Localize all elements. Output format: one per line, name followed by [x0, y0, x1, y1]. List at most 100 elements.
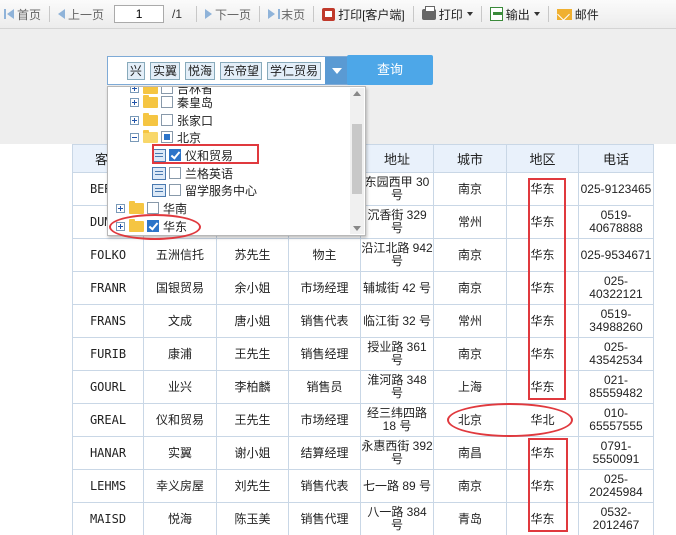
tree-node[interactable]: 留学服务中心 — [152, 181, 257, 199]
email-button[interactable]: 邮件 — [553, 0, 603, 29]
table-cell: 南京 — [433, 172, 507, 206]
expand-icon[interactable] — [116, 221, 125, 231]
tree-checkbox[interactable] — [169, 167, 181, 179]
page-total: /1 — [172, 7, 183, 21]
collapse-icon[interactable] — [130, 132, 139, 142]
tree-checkbox[interactable] — [169, 149, 181, 161]
dropdown-scrollbar[interactable] — [350, 88, 364, 234]
export-button[interactable]: 输出 — [486, 0, 544, 29]
table-cell: 上海 — [433, 370, 507, 404]
first-page-button[interactable]: 首页 — [0, 0, 45, 29]
query-button[interactable]: 查询 — [347, 55, 433, 85]
table-row: GOURL 业兴 李柏麟 销售员 淮河路 348 号上海 华东 021-85559482 — [72, 370, 654, 404]
print-button[interactable]: 打印 — [418, 0, 477, 29]
tree-node[interactable]: 华东 — [116, 217, 187, 235]
print-client-button[interactable]: 打印[客户端] — [318, 0, 409, 29]
table-cell: 沉香街 329 号 — [360, 205, 434, 239]
prev-page-button[interactable]: 上一页 — [54, 0, 108, 29]
table-cell: 市场经理 — [288, 271, 361, 305]
folder-open-icon — [143, 129, 158, 143]
expand-icon[interactable] — [130, 97, 139, 107]
table-cell: 王先生 — [216, 403, 289, 437]
folder-icon — [129, 218, 144, 232]
tree-dropdown: 吉林省 秦皇岛 张家口 北京 仪和贸易 兰格英语 留学服务中心 华南 华东 — [107, 86, 366, 236]
next-page-button[interactable]: 下一页 — [201, 0, 255, 29]
next-page-icon — [205, 9, 213, 19]
page-number-input[interactable] — [114, 5, 165, 23]
table-cell: 销售员 — [288, 370, 361, 404]
selected-tag[interactable]: 实翼 — [149, 62, 180, 80]
table-cell: 华北 — [506, 403, 579, 437]
tree-node[interactable]: 兰格英语 — [152, 164, 233, 182]
selected-tag[interactable]: 学仁贸易 — [266, 62, 321, 80]
table-cell: 刘先生 — [216, 469, 289, 503]
prev-page-icon — [58, 9, 66, 19]
table-cell: 华东 — [506, 502, 579, 535]
tree-checkbox[interactable] — [161, 131, 173, 143]
table-row: LEHMS 幸义房屋 刘先生 销售代表 七一路 89 号南京 华东 025-20245984 — [72, 469, 654, 503]
tree-node[interactable]: 张家口 — [130, 111, 213, 129]
tree-checkbox[interactable] — [147, 220, 159, 232]
table-cell: 销售代理 — [288, 502, 361, 535]
tree-checkbox[interactable] — [161, 96, 173, 108]
table-cell: 八一路 384 号 — [360, 502, 434, 535]
scroll-thumb[interactable] — [352, 124, 362, 194]
table-cell: 常州 — [433, 304, 507, 338]
tree-checkbox[interactable] — [147, 202, 159, 214]
tree-checkbox[interactable] — [169, 184, 181, 196]
table-cell: 陈玉美 — [216, 502, 289, 535]
table-cell: 李柏麟 — [216, 370, 289, 404]
expand-icon[interactable] — [116, 203, 125, 213]
table-cell: 025-9123465 — [578, 172, 654, 206]
table-cell: GREAL — [72, 403, 144, 437]
table-cell: 市场经理 — [288, 403, 361, 437]
tree-node-label: 北京 — [177, 130, 202, 145]
dropdown-toggle-button[interactable] — [325, 57, 349, 84]
table-cell: 常州 — [433, 205, 507, 239]
table-cell: 实翼 — [143, 436, 217, 470]
table-cell: 余小姐 — [216, 271, 289, 305]
table-cell: 东园西甲 30 号 — [360, 172, 434, 206]
selected-tags: 兴实翼 悦海 东帝望 学仁贸易 — [126, 62, 321, 80]
table-cell: 0519-40678888 — [578, 205, 654, 239]
table-cell: 南昌 — [433, 436, 507, 470]
document-icon — [152, 148, 166, 162]
tree-node[interactable]: 仪和贸易 — [152, 146, 233, 164]
table-cell: 华东 — [506, 436, 579, 470]
scroll-down-icon[interactable] — [353, 226, 361, 231]
table-cell: 南京 — [433, 271, 507, 305]
table-cell: 销售经理 — [288, 337, 361, 371]
table-cell: 悦海 — [143, 502, 217, 535]
selected-tag[interactable]: 兴 — [126, 62, 145, 80]
table-cell: 华东 — [506, 304, 579, 338]
expand-icon[interactable] — [130, 115, 139, 125]
table-cell: 青岛 — [433, 502, 507, 535]
table-cell: 华东 — [506, 271, 579, 305]
table-cell: 苏先生 — [216, 238, 289, 272]
table-cell: MAISD — [72, 502, 144, 535]
selected-tag[interactable]: 东帝望 — [219, 62, 262, 80]
table-cell: 华东 — [506, 469, 579, 503]
folder-icon — [143, 94, 158, 108]
table-cell: 淮河路 348 号 — [360, 370, 434, 404]
tree-node[interactable]: 秦皇岛 — [130, 93, 213, 111]
table-cell: 华东 — [506, 337, 579, 371]
last-page-button[interactable]: 末页 — [264, 0, 309, 29]
table-cell: GOURL — [72, 370, 144, 404]
table-row: MAISD 悦海 陈玉美 销售代理 八一路 384 号青岛 华东 0532-2012467 — [72, 502, 654, 535]
tree-node[interactable]: 华南 — [116, 199, 187, 217]
chevron-down-icon — [466, 12, 473, 16]
table-cell: 南京 — [433, 337, 507, 371]
column-header: 城市 — [433, 144, 507, 173]
tree-checkbox[interactable] — [161, 114, 173, 126]
selected-tag[interactable]: 悦海 — [184, 62, 215, 80]
report-toolbar: 首页 上一页 /1 下一页 末页 打印[客户端] 打印 输出 邮件 — [0, 0, 676, 29]
expand-icon[interactable] — [130, 87, 139, 93]
table-cell: 南京 — [433, 469, 507, 503]
table-row: FURIB 康浦 王先生 销售经理 授业路 361 号南京 华东 025-43542534 — [72, 337, 654, 371]
customer-multiselect[interactable]: 兴实翼 悦海 东帝望 学仁贸易 — [107, 56, 350, 85]
table-cell: FOLKO — [72, 238, 144, 272]
table-cell: 025-43542534 — [578, 337, 654, 371]
scroll-up-icon[interactable] — [353, 91, 361, 96]
tree-node[interactable]: 北京 — [130, 128, 201, 146]
